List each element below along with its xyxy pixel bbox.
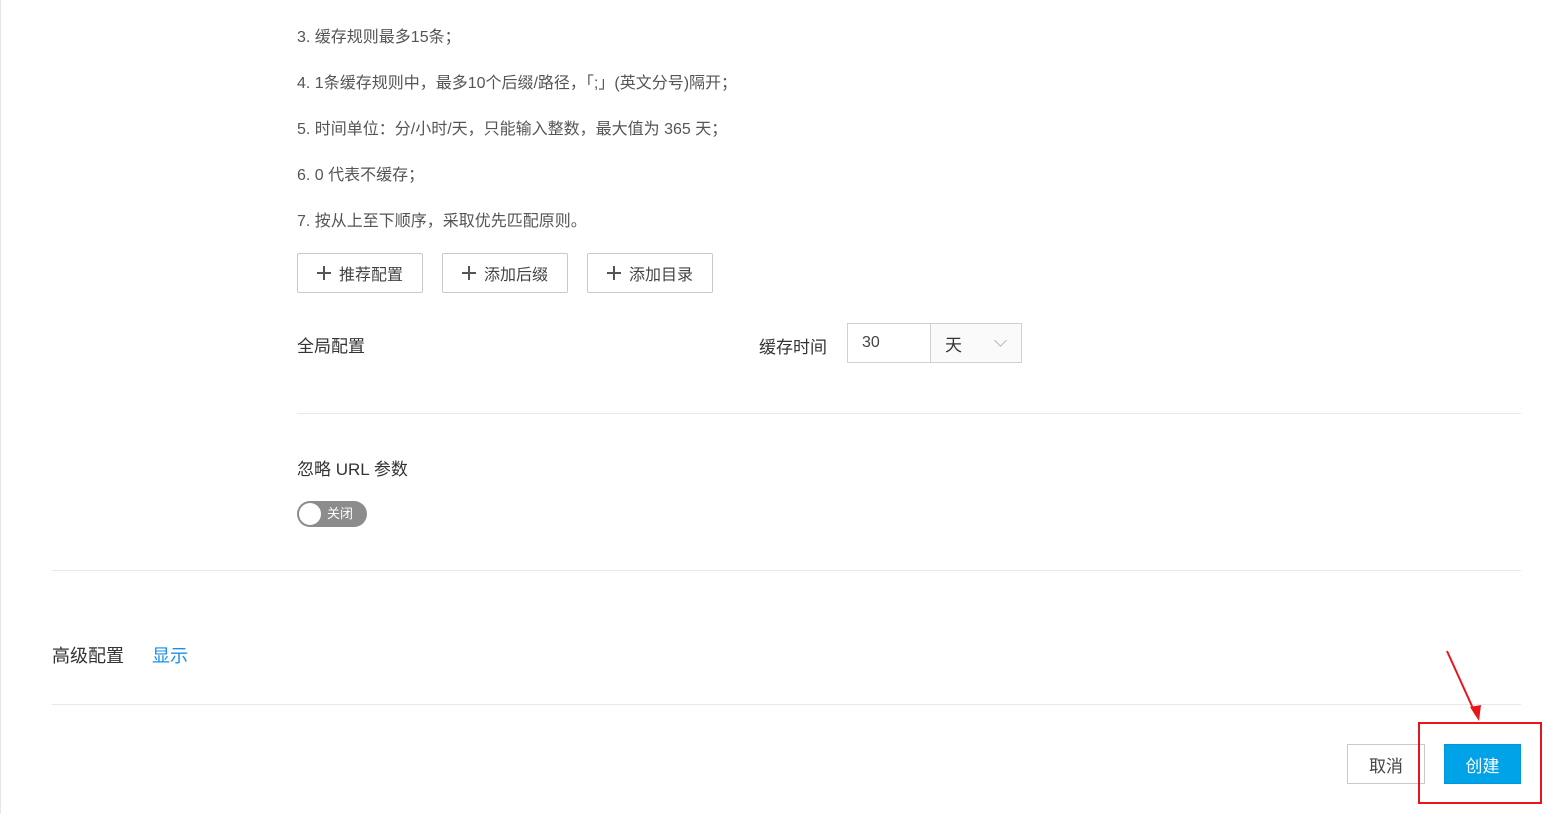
recommend-config-button[interactable]: 推荐配置 — [297, 253, 424, 293]
annotation-highlight-box — [1418, 722, 1542, 804]
left-border — [0, 0, 1, 814]
rule-note-5: 5. 时间单位：分/小时/天，只能输入整数，最大值为 365 天； — [297, 121, 728, 138]
cache-rule-actions: 推荐配置 添加后缀 添加目录 — [297, 253, 714, 293]
time-unit-select[interactable]: 天 — [930, 323, 1022, 363]
recommend-config-label: 推荐配置 — [339, 267, 404, 284]
add-directory-button[interactable]: 添加目录 — [587, 253, 714, 293]
add-suffix-label: 添加后缀 — [484, 267, 549, 284]
switch-knob — [299, 503, 321, 525]
plus-icon — [462, 266, 477, 280]
cache-rules-notes: 3. 缓存规则最多15条； 4. 1条缓存规则中，最多10个后缀/路径，「;」(… — [297, 22, 737, 252]
ignore-url-params-label: 忽略 URL 参数 — [297, 460, 408, 479]
cache-time-input[interactable] — [847, 323, 931, 363]
switch-state-text: 关闭 — [327, 506, 354, 521]
section-divider — [297, 413, 1521, 414]
rule-note-6: 6. 0 代表不缓存； — [297, 167, 425, 184]
rule-note-4: 4. 1条缓存规则中，最多10个后缀/路径，「;」(英文分号)隔开； — [297, 75, 738, 92]
cdn-create-form: 3. 缓存规则最多15条； 4. 1条缓存规则中，最多10个后缀/路径，「;」(… — [0, 0, 1563, 814]
advanced-config-show-link[interactable]: 显示 — [152, 642, 188, 668]
advanced-config-label: 高级配置 — [52, 646, 124, 666]
annotation-arrow-icon — [1446, 650, 1481, 721]
plus-icon — [317, 266, 331, 280]
cache-time-label: 缓存时间 — [759, 338, 827, 357]
add-directory-label: 添加目录 — [629, 267, 694, 284]
cancel-button[interactable]: 取消 — [1347, 744, 1425, 784]
ignore-url-params-switch[interactable]: 关闭 — [297, 501, 367, 527]
rule-note-7: 7. 按从上至下顺序，采取优先匹配原则。 — [297, 213, 587, 230]
section-divider — [52, 570, 1521, 571]
plus-icon — [607, 266, 622, 280]
global-config-label: 全局配置 — [297, 337, 365, 356]
time-unit-value: 天 — [945, 335, 962, 355]
chevron-down-icon — [994, 334, 1007, 347]
footer-divider — [52, 704, 1521, 705]
add-suffix-button[interactable]: 添加后缀 — [442, 253, 569, 293]
rule-note-3: 3. 缓存规则最多15条； — [297, 29, 461, 46]
